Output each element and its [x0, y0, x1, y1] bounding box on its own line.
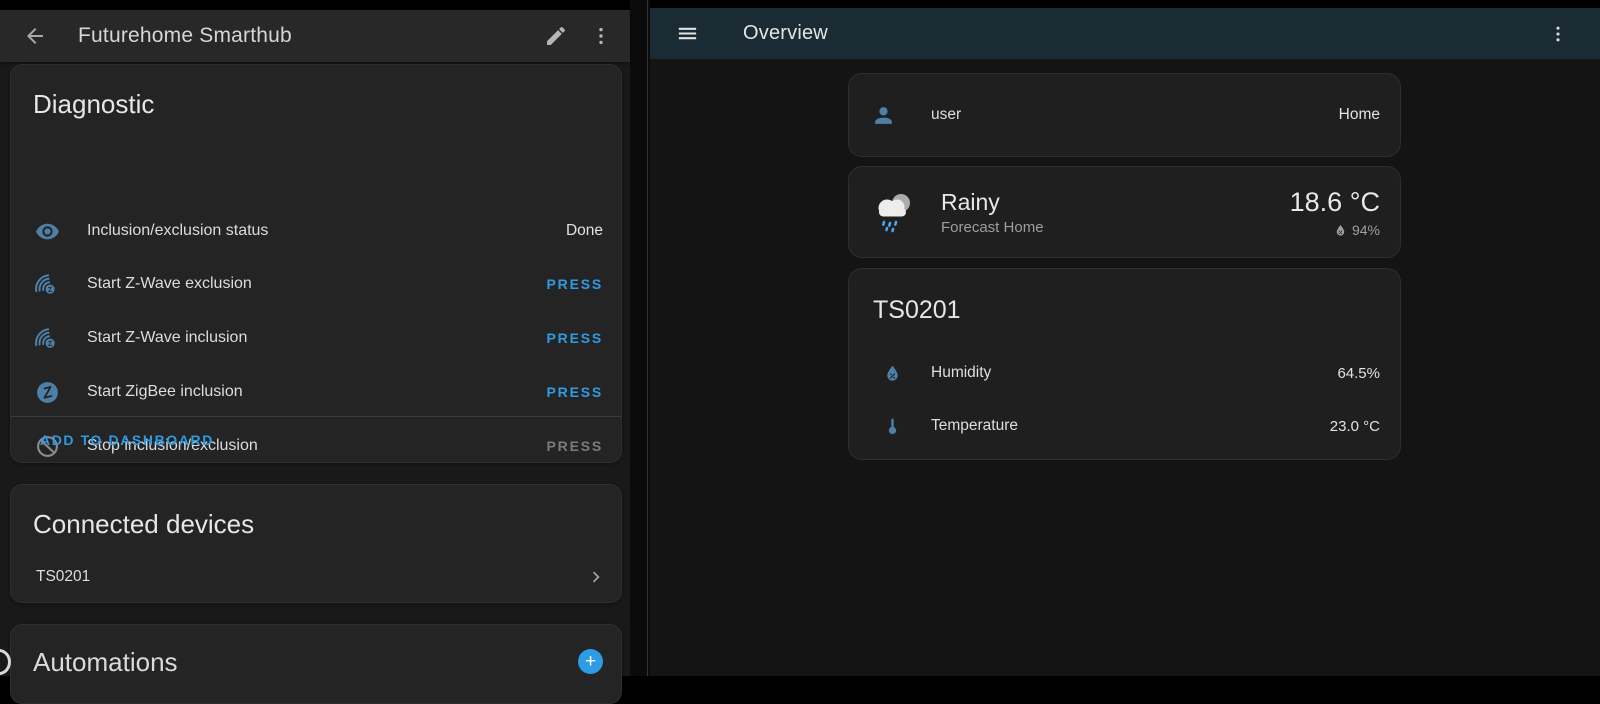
zwave-icon: Z — [35, 272, 60, 297]
automations-card: Automations + — [10, 624, 622, 704]
row-label: Temperature — [931, 417, 1018, 435]
temperature-row[interactable]: Temperature 23.0 °C — [849, 406, 1400, 446]
add-to-dashboard-button[interactable]: ADD TO DASHBOARD — [40, 432, 214, 448]
eye-icon — [35, 219, 60, 244]
back-arrow-icon[interactable] — [23, 24, 47, 48]
water-percent-icon — [1333, 223, 1348, 238]
page-title: Futurehome Smarthub — [78, 24, 292, 48]
sensor-card: TS0201 Humidity 64.5% Temperature 23.0 °… — [848, 268, 1401, 460]
user-entity-card[interactable]: user Home — [848, 73, 1401, 157]
diagnostic-row-zwave-inclusion: Z Start Z-Wave inclusion PRESS — [11, 318, 621, 358]
weather-summary: Rainy Forecast Home — [941, 188, 1044, 237]
weather-readings: 18.6 °C 94% — [1290, 186, 1380, 238]
diagnostic-row-zigbee-inclusion: Z Start ZigBee inclusion PRESS — [11, 372, 621, 412]
weather-condition: Rainy — [941, 188, 1044, 217]
overflow-menu-icon[interactable] — [589, 24, 613, 48]
automations-title: Automations — [33, 647, 178, 678]
user-name: user — [931, 106, 961, 124]
diagnostic-card: Diagnostic Inclusion/exclusion status Do… — [10, 64, 622, 463]
row-value: 64.5% — [1337, 365, 1380, 382]
row-value: Done — [566, 222, 603, 240]
device-name: TS0201 — [36, 568, 90, 586]
page-title: Overview — [743, 22, 828, 45]
row-label: Start Z-Wave exclusion — [87, 275, 252, 293]
zwave-icon: Z — [35, 326, 60, 351]
row-label: Start ZigBee inclusion — [87, 383, 243, 401]
overflow-menu-icon[interactable] — [1547, 23, 1569, 45]
add-automation-button[interactable]: + — [578, 649, 603, 674]
press-button[interactable]: PRESS — [547, 276, 603, 292]
status-bar — [650, 0, 1600, 8]
weather-temperature: 18.6 °C — [1290, 186, 1380, 218]
zigbee-icon: Z — [35, 380, 60, 405]
diagnostic-row-zwave-exclusion: Z Start Z-Wave exclusion PRESS — [11, 264, 621, 304]
weather-source: Forecast Home — [941, 219, 1044, 236]
connected-devices-card: Connected devices TS0201 — [10, 484, 622, 603]
row-label: Start Z-Wave inclusion — [87, 329, 247, 347]
overview-header: Overview — [650, 8, 1600, 59]
diagnostic-row-status: Inclusion/exclusion status Done — [11, 211, 621, 251]
chevron-right-icon — [585, 566, 607, 588]
card-footer: ADD TO DASHBOARD — [11, 417, 621, 463]
diagnostic-title: Diagnostic — [33, 89, 154, 120]
window-divider — [630, 0, 650, 676]
rainy-weather-icon — [871, 187, 917, 237]
overview-panel: Overview user Home — [650, 0, 1600, 676]
user-location: Home — [1339, 106, 1380, 124]
humidity-row[interactable]: Humidity 64.5% — [849, 353, 1400, 393]
device-panel: Futurehome Smarthub Diagnostic Inclusion… — [0, 0, 630, 676]
device-list-item[interactable]: TS0201 — [11, 557, 621, 597]
press-button[interactable]: PRESS — [547, 330, 603, 346]
status-bar — [0, 0, 630, 10]
weather-humidity-value: 94% — [1352, 222, 1380, 238]
press-button[interactable]: PRESS — [547, 384, 603, 400]
weather-humidity: 94% — [1333, 222, 1380, 238]
humidity-icon — [882, 363, 903, 384]
temperature-icon — [882, 416, 903, 437]
row-label: Inclusion/exclusion status — [87, 222, 268, 240]
row-label: Humidity — [931, 364, 991, 382]
hamburger-menu-icon[interactable] — [676, 22, 699, 45]
edit-pencil-icon[interactable] — [544, 24, 568, 48]
connected-devices-title: Connected devices — [33, 509, 254, 540]
device-panel-header: Futurehome Smarthub — [0, 10, 630, 62]
screen: Futurehome Smarthub Diagnostic Inclusion… — [0, 0, 1600, 676]
person-icon — [871, 103, 896, 128]
weather-card[interactable]: Rainy Forecast Home 18.6 °C 94% — [848, 166, 1401, 258]
sensor-card-title: TS0201 — [873, 296, 961, 325]
row-value: 23.0 °C — [1330, 418, 1380, 435]
